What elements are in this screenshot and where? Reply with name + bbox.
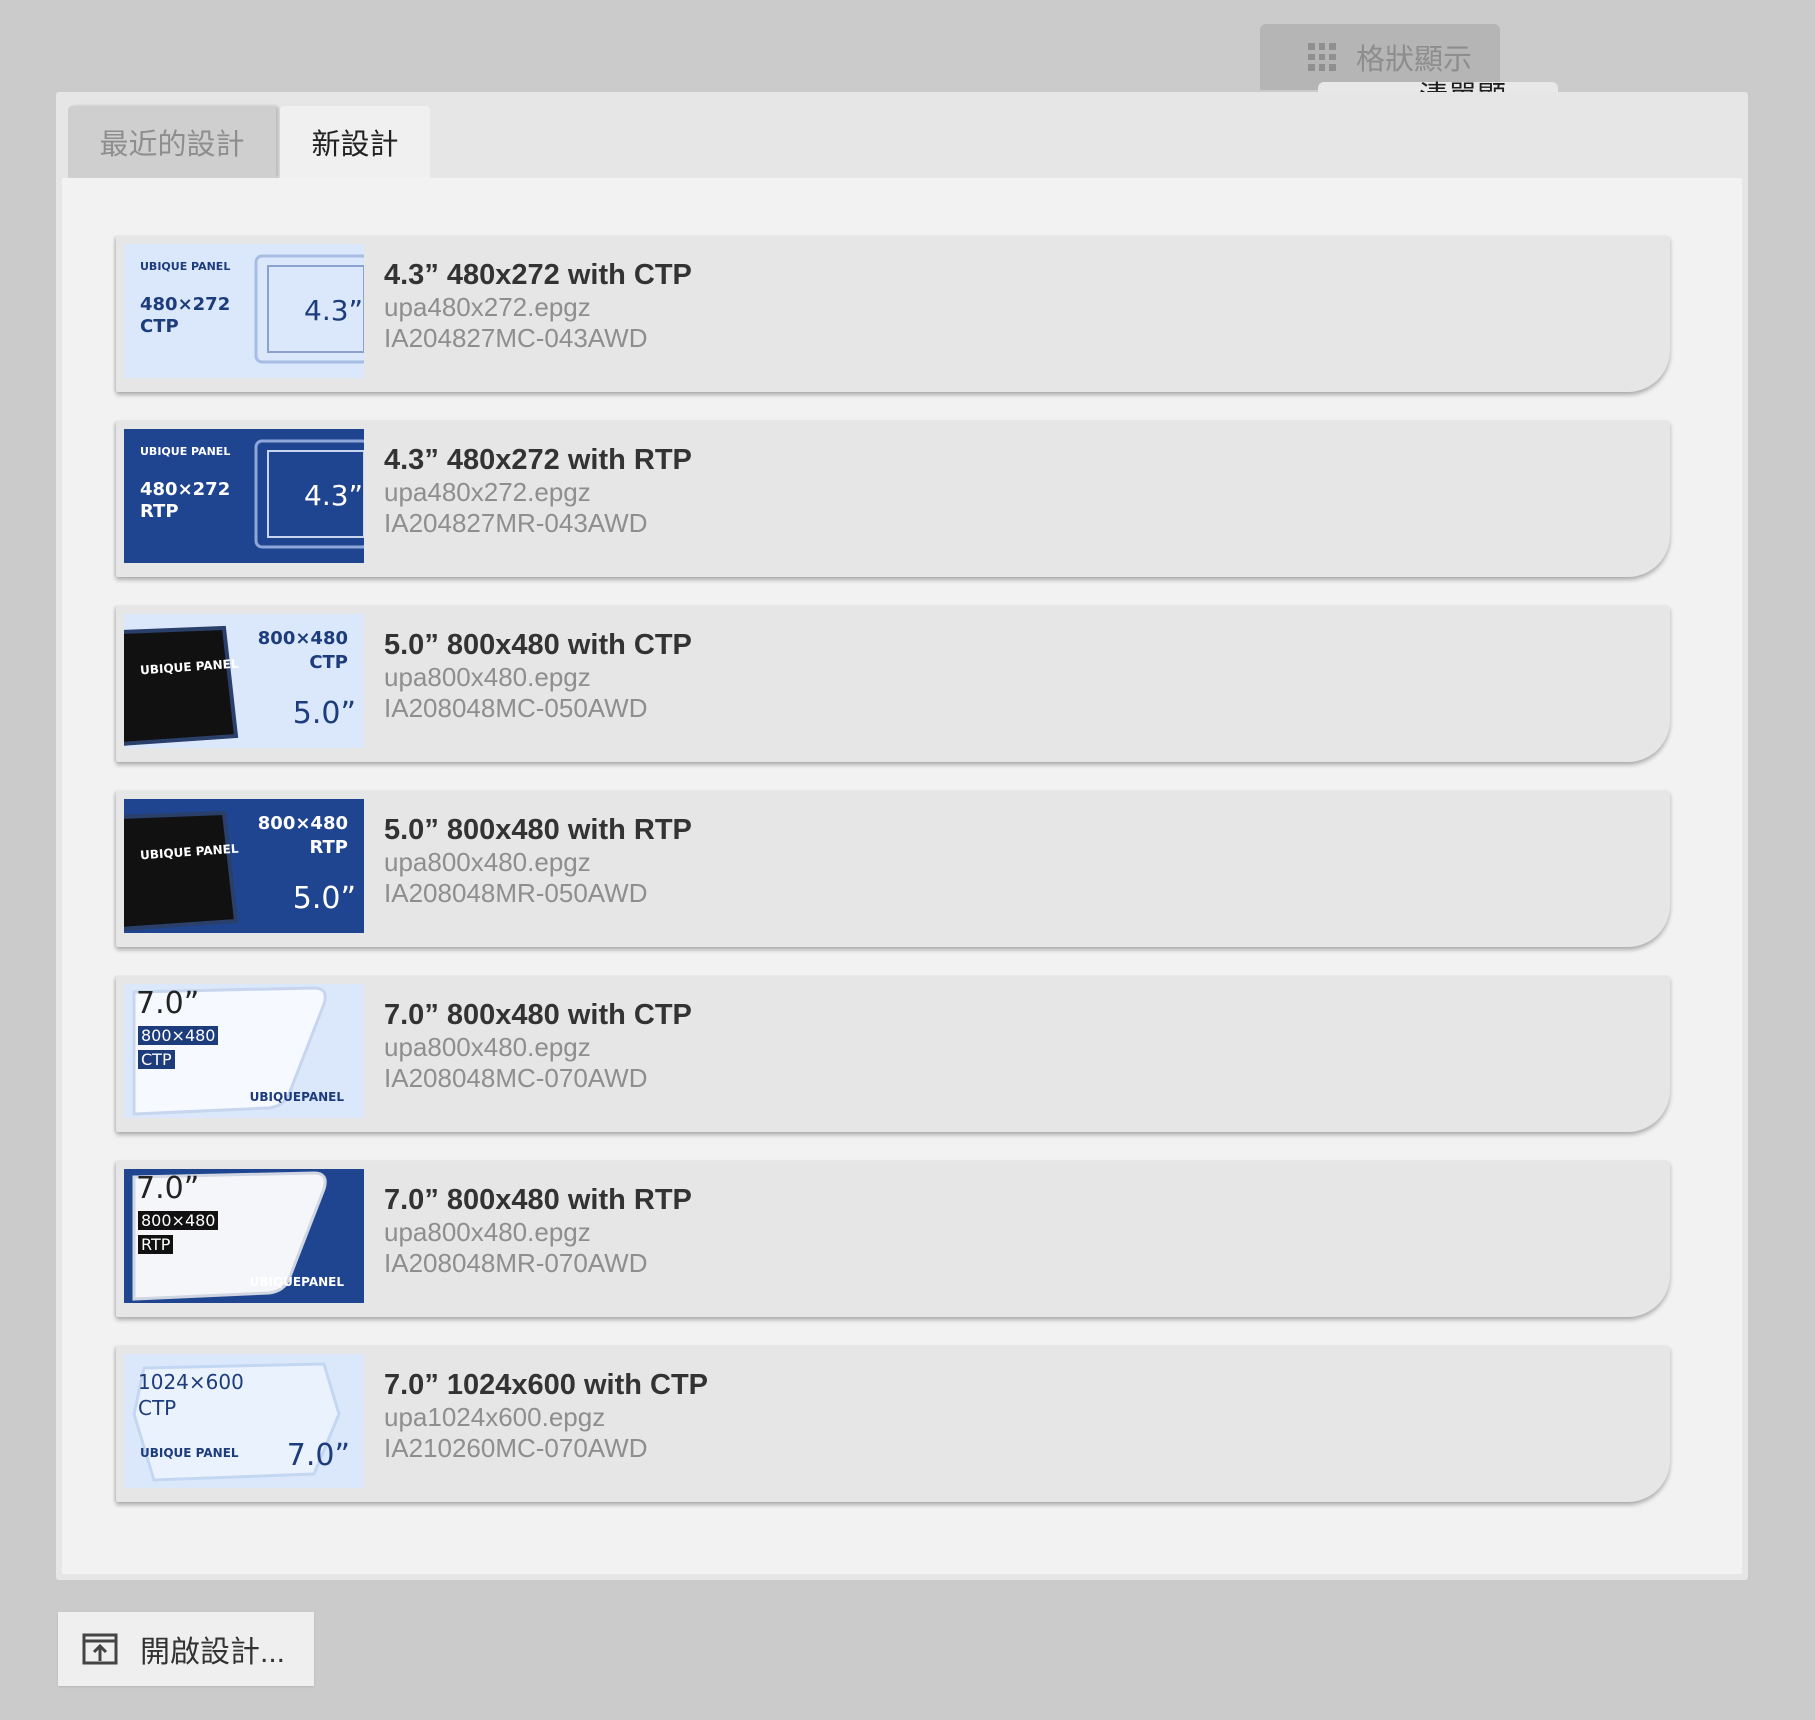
thumbnail-resolution: 800×480 [138, 1211, 219, 1230]
design-part-number: IA208048MC-050AWD [384, 693, 648, 723]
design-card[interactable]: 7.0” 800×480 CTP UBIQUEPANEL 7.0” 800x480 wi… [116, 976, 1670, 1132]
thumbnail-resolution: 800×480 [257, 813, 348, 834]
thumbnail-size: 5.0” [292, 696, 356, 731]
design-part-number: IA204827MC-043AWD [384, 323, 648, 353]
thumbnail-brand: UBIQUE PANEL [140, 1446, 239, 1460]
thumbnail-resolution: 800×480 [138, 1026, 219, 1045]
design-thumbnail: 7.0” 800×480 RTP UBIQUEPANEL [124, 1169, 364, 1303]
thumbnail-resolution: 480×272 [140, 479, 231, 500]
design-part-number: IA208048MR-050AWD [384, 878, 648, 908]
design-info: 7.0” 800x480 with CTP upa800x480.epgz IA20… [384, 998, 692, 1094]
view-mode-toggle: 格狀顯示 清單顯示 [1260, 24, 1558, 155]
thumbnail-resolution: 480×272 [140, 294, 231, 315]
design-card[interactable]: UBIQUE PANEL 800×480 CTP 5.0” 5.0” 800x480 w… [116, 606, 1670, 762]
thumbnail-brand: UBIQUEPANEL [249, 1275, 344, 1289]
tab-bar: 最近的設計 新設計 [68, 106, 430, 178]
thumbnail-touch-type: CTP [140, 316, 179, 337]
grid-icon [1308, 43, 1336, 71]
design-title: 5.0” 800x480 with CTP [384, 629, 692, 661]
design-info: 7.0” 800x480 with RTP upa800x480.epgz IA20… [384, 1183, 692, 1279]
design-thumbnail: UBIQUE PANEL 480×272 CTP 4.3” [124, 244, 364, 378]
design-filename: upa800x480.epgz [384, 662, 591, 692]
thumbnail-size: 4.3” [304, 294, 364, 327]
thumbnail-size: 4.3” [304, 479, 364, 512]
thumbnail-size: 7.0” [136, 986, 200, 1021]
design-title: 7.0” 1024x600 with CTP [384, 1369, 708, 1401]
open-design-button[interactable]: 開啟設計... [58, 1612, 314, 1686]
design-filename: upa480x272.epgz [384, 292, 591, 322]
thumbnail-brand: UBIQUE PANEL [140, 445, 231, 458]
design-part-number: IA204827MR-043AWD [384, 508, 648, 538]
thumbnail-touch-type: CTP [138, 1050, 175, 1069]
design-card[interactable]: 1024×600 CTP UBIQUE PANEL 7.0” 7.0” 1024x600… [116, 1346, 1670, 1502]
design-thumbnail: 7.0” 800×480 CTP UBIQUEPANEL [124, 984, 364, 1118]
thumbnail-size: 7.0” [286, 1438, 350, 1473]
design-card[interactable]: UBIQUE PANEL 480×272 RTP 4.3” 4.3” 480x272 w… [116, 421, 1670, 577]
tab-new-design[interactable]: 新設計 [280, 106, 430, 178]
open-design-label: 開啟設計... [140, 1636, 286, 1669]
design-filename: upa800x480.epgz [384, 1032, 591, 1062]
thumbnail-brand: UBIQUE PANEL [140, 260, 231, 273]
design-filename: upa800x480.epgz [384, 847, 591, 877]
thumbnail-resolution: 1024×600 [138, 1370, 244, 1394]
open-file-icon [82, 1633, 118, 1665]
thumbnail-brand: UBIQUEPANEL [249, 1090, 344, 1104]
grid-view-label: 格狀顯示 [1356, 44, 1473, 76]
design-part-number: IA208048MR-070AWD [384, 1248, 648, 1278]
design-filename: upa800x480.epgz [384, 1217, 591, 1247]
design-title: 7.0” 800x480 with RTP [384, 1184, 692, 1216]
design-title: 4.3” 480x272 with RTP [384, 444, 692, 476]
design-thumbnail: 1024×600 CTP UBIQUE PANEL 7.0” [124, 1354, 364, 1488]
tab-recent-designs[interactable]: 最近的設計 [68, 106, 276, 178]
design-card[interactable]: UBIQUE PANEL 800×480 RTP 5.0” 5.0” 800x480 w… [116, 791, 1670, 947]
thumbnail-touch-type: RTP [309, 837, 348, 858]
design-filename: upa480x272.epgz [384, 477, 591, 507]
design-info: 5.0” 800x480 with RTP upa800x480.epgz IA20… [384, 813, 692, 909]
design-info: 5.0” 800x480 with CTP upa800x480.epgz IA20… [384, 628, 692, 724]
design-panel: 最近的設計 新設計 UBIQUE PANEL 480×272 CTP 4.3” 4.3”… [56, 92, 1748, 1580]
design-part-number: IA210260MC-070AWD [384, 1433, 648, 1463]
design-card[interactable]: 7.0” 800×480 RTP UBIQUEPANEL 7.0” 800x480 wi… [116, 1161, 1670, 1317]
thumbnail-resolution: 800×480 [257, 628, 348, 649]
thumbnail-size: 7.0” [136, 1171, 200, 1206]
design-title: 7.0” 800x480 with CTP [384, 999, 692, 1031]
design-info: 4.3” 480x272 with RTP upa480x272.epgz IA20… [384, 443, 692, 539]
design-list: UBIQUE PANEL 480×272 CTP 4.3” 4.3” 480x272 w… [116, 236, 1670, 1531]
design-title: 5.0” 800x480 with RTP [384, 814, 692, 846]
design-title: 4.3” 480x272 with CTP [384, 259, 692, 291]
design-thumbnail: UBIQUE PANEL 800×480 CTP 5.0” [124, 614, 364, 748]
thumbnail-touch-type: RTP [140, 501, 179, 522]
design-thumbnail: UBIQUE PANEL 800×480 RTP 5.0” [124, 799, 364, 933]
design-filename: upa1024x600.epgz [384, 1402, 606, 1432]
thumbnail-size: 5.0” [292, 881, 356, 916]
design-info: 4.3” 480x272 with CTP upa480x272.epgz IA20… [384, 258, 692, 354]
thumbnail-touch-type: CTP [138, 1396, 177, 1420]
design-info: 7.0” 1024x600 with CTP upa1024x600.epgz IA… [384, 1368, 708, 1464]
design-list-container: UBIQUE PANEL 480×272 CTP 4.3” 4.3” 480x272 w… [62, 178, 1742, 1574]
design-thumbnail: UBIQUE PANEL 480×272 RTP 4.3” [124, 429, 364, 563]
design-part-number: IA208048MC-070AWD [384, 1063, 648, 1093]
thumbnail-touch-type: RTP [138, 1235, 174, 1254]
design-card[interactable]: UBIQUE PANEL 480×272 CTP 4.3” 4.3” 480x272 w… [116, 236, 1670, 392]
thumbnail-touch-type: CTP [309, 652, 348, 673]
